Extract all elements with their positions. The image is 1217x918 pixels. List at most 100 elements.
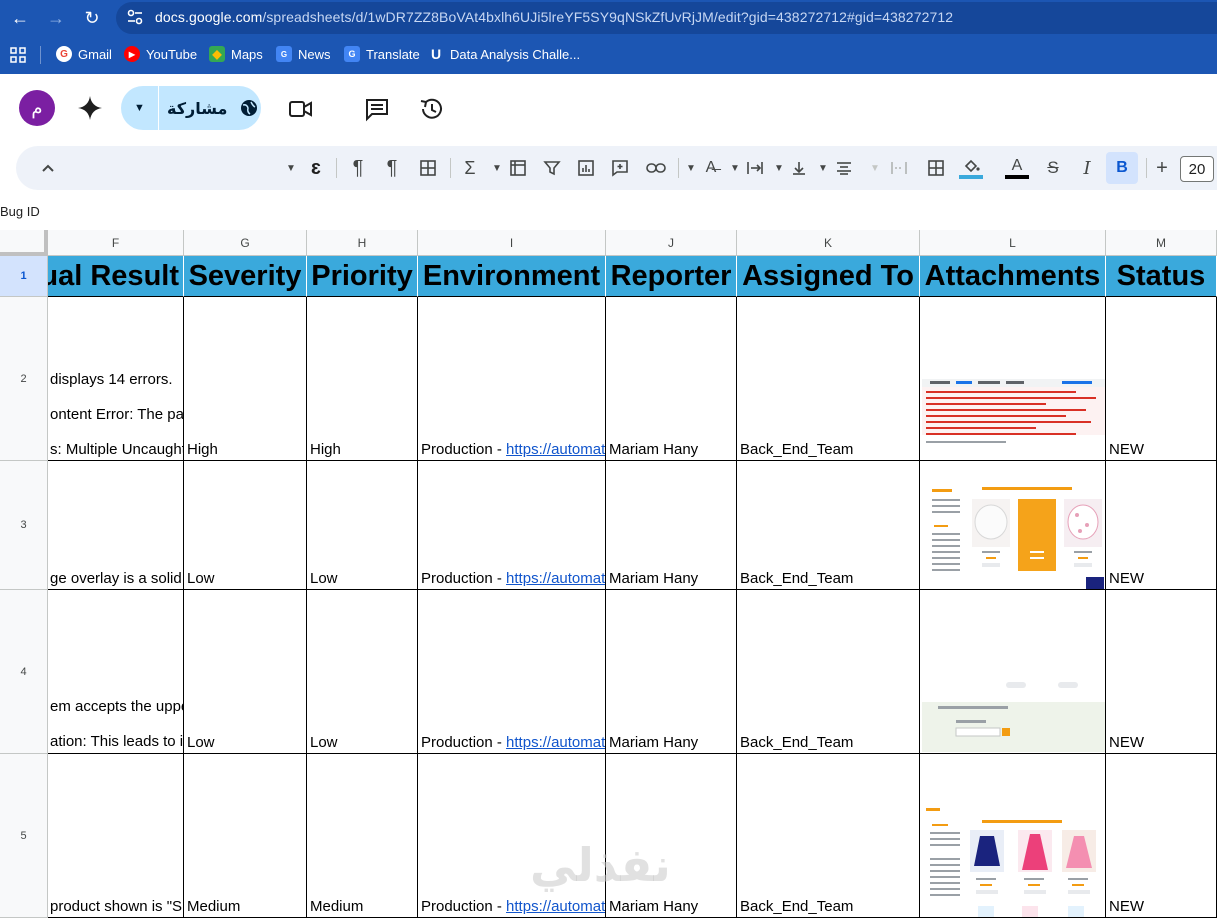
- input-tools-icon[interactable]: ɛ: [306, 156, 326, 180]
- column-header-h[interactable]: H: [307, 230, 418, 256]
- back-icon[interactable]: ←: [8, 6, 32, 30]
- spreadsheet-grid[interactable]: F G H I J K L M 1 2 3 4 5 ual Result Sev…: [0, 230, 1217, 918]
- collapse-menu-icon[interactable]: [38, 156, 58, 180]
- cell-severity[interactable]: Medium: [184, 754, 307, 918]
- environment-link[interactable]: https://automati: [506, 734, 605, 751]
- cell-severity[interactable]: Low: [184, 590, 307, 754]
- bookmark-maps[interactable]: ◆ Maps: [209, 46, 263, 62]
- horizontal-align-icon[interactable]: [832, 156, 856, 180]
- url-text[interactable]: docs.google.com/spreadsheets/d/1wDR7ZZ8B…: [155, 9, 953, 25]
- rtl-paragraph-icon[interactable]: ¶: [346, 156, 370, 180]
- functions-icon[interactable]: Σ: [460, 156, 480, 180]
- cell-assigned-to[interactable]: Back_End_Team: [737, 590, 920, 754]
- cell-status[interactable]: NEW: [1106, 590, 1217, 754]
- header-cell-actual-result[interactable]: ual Result: [48, 256, 184, 297]
- cell-reporter[interactable]: Mariam Hany: [606, 590, 737, 754]
- cell-status[interactable]: NEW: [1106, 297, 1217, 461]
- column-header-j[interactable]: J: [606, 230, 737, 256]
- forward-icon[interactable]: →: [44, 6, 68, 30]
- bookmark-youtube[interactable]: ▶ YouTube: [124, 46, 197, 62]
- halign-dropdown-icon[interactable]: ▼: [816, 156, 830, 180]
- column-header-k[interactable]: K: [737, 230, 920, 256]
- insert-comment-icon[interactable]: [608, 156, 632, 180]
- meet-video-icon[interactable]: [286, 95, 314, 123]
- attachment-thumbnail-form[interactable]: [922, 672, 1105, 752]
- merge-dropdown-icon[interactable]: ▼: [868, 156, 882, 180]
- cell-severity[interactable]: High: [184, 297, 307, 461]
- cell-status[interactable]: NEW: [1106, 461, 1217, 590]
- row-header-4[interactable]: 4: [0, 590, 48, 754]
- header-cell-status[interactable]: Status: [1106, 256, 1217, 297]
- environment-link[interactable]: https://automati: [506, 898, 605, 915]
- text-rotation-dropdown-icon[interactable]: ▼: [684, 156, 698, 180]
- functions-dropdown-icon[interactable]: ▼: [490, 156, 504, 180]
- header-cell-severity[interactable]: Severity: [184, 256, 307, 297]
- header-cell-assigned-to[interactable]: Assigned To: [737, 256, 920, 297]
- header-cell-priority[interactable]: Priority: [307, 256, 418, 297]
- cell-actual-result[interactable]: em accepts the uppe ation: This leads to…: [48, 590, 184, 754]
- fill-color-icon[interactable]: [958, 156, 984, 180]
- wrap-dropdown-icon[interactable]: ▼: [728, 156, 742, 180]
- filter-icon[interactable]: [540, 156, 564, 180]
- cell-priority[interactable]: High: [307, 297, 418, 461]
- bookmark-translate[interactable]: G Translate: [344, 46, 420, 62]
- attachment-thumbnail-kids-dresses[interactable]: [922, 800, 1105, 918]
- cell-attachments[interactable]: [920, 461, 1106, 590]
- column-header-g[interactable]: G: [184, 230, 307, 256]
- avatar[interactable]: م: [19, 90, 55, 126]
- header-cell-reporter[interactable]: Reporter: [606, 256, 737, 297]
- cell-reporter[interactable]: Mariam Hany: [606, 297, 737, 461]
- row-header-1[interactable]: 1: [0, 256, 48, 297]
- version-history-icon[interactable]: [417, 95, 445, 123]
- cell-environment[interactable]: Production - https://automati: [418, 590, 606, 754]
- row-header-5[interactable]: 5: [0, 754, 48, 918]
- site-settings-icon[interactable]: [126, 8, 144, 26]
- column-header-f[interactable]: F: [48, 230, 184, 256]
- merge-cells-icon[interactable]: [888, 156, 910, 180]
- cell-reporter[interactable]: Mariam Hany: [606, 461, 737, 590]
- cell-reporter[interactable]: Mariam Hany: [606, 754, 737, 918]
- borders-icon[interactable]: [924, 156, 948, 180]
- italic-button[interactable]: I: [1076, 156, 1098, 180]
- bookmark-data-analysis[interactable]: U Data Analysis Challe...: [428, 46, 580, 62]
- cell-attachments[interactable]: [920, 297, 1106, 461]
- apps-grid-icon[interactable]: [10, 47, 26, 63]
- bold-button[interactable]: B: [1106, 152, 1138, 184]
- font-size-input[interactable]: 20: [1180, 156, 1214, 182]
- cell-priority[interactable]: Medium: [307, 754, 418, 918]
- share-button[interactable]: ▼ مشاركة: [121, 86, 261, 130]
- pivot-table-icon[interactable]: [506, 156, 530, 180]
- select-all-corner[interactable]: [0, 230, 48, 256]
- bookmark-gmail[interactable]: G Gmail: [56, 46, 112, 62]
- column-header-i[interactable]: I: [418, 230, 606, 256]
- cell-environment[interactable]: Production - https://automati: [418, 297, 606, 461]
- cell-assigned-to[interactable]: Back_End_Team: [737, 754, 920, 918]
- attachment-thumbnail-console-errors[interactable]: [922, 379, 1105, 459]
- gemini-sparkle-icon[interactable]: [76, 94, 104, 122]
- cell-priority[interactable]: Low: [307, 461, 418, 590]
- cell-environment[interactable]: Production - https://automati: [418, 461, 606, 590]
- ltr-paragraph-icon[interactable]: ¶: [380, 156, 404, 180]
- vertical-align-icon[interactable]: [788, 156, 810, 180]
- environment-link[interactable]: https://automati: [506, 441, 605, 458]
- cell-status[interactable]: NEW: [1106, 754, 1217, 918]
- increase-font-size-icon[interactable]: +: [1152, 156, 1172, 180]
- attachment-thumbnail-product-grid[interactable]: [922, 477, 1105, 589]
- cell-actual-result[interactable]: ge overlay is a solid: [48, 461, 184, 590]
- strikethrough-icon[interactable]: S: [1042, 156, 1064, 180]
- row-header-3[interactable]: 3: [0, 461, 48, 590]
- chart-icon[interactable]: [574, 156, 598, 180]
- text-rotation-icon[interactable]: A̶: [700, 156, 722, 180]
- cell-assigned-to[interactable]: Back_End_Team: [737, 461, 920, 590]
- environment-link[interactable]: https://automati: [506, 570, 605, 587]
- row-header-2[interactable]: 2: [0, 297, 48, 461]
- column-header-l[interactable]: L: [920, 230, 1106, 256]
- share-dropdown-icon[interactable]: ▼: [121, 86, 159, 130]
- cell-environment[interactable]: Production - https://automati: [418, 754, 606, 918]
- link-icon[interactable]: [644, 156, 668, 180]
- text-wrap-icon[interactable]: [744, 156, 766, 180]
- column-header-m[interactable]: M: [1106, 230, 1217, 256]
- cell-actual-result[interactable]: product shown is "Sl: [48, 754, 184, 918]
- name-box[interactable]: Bug ID: [0, 204, 40, 219]
- reload-icon[interactable]: ↻: [80, 6, 104, 30]
